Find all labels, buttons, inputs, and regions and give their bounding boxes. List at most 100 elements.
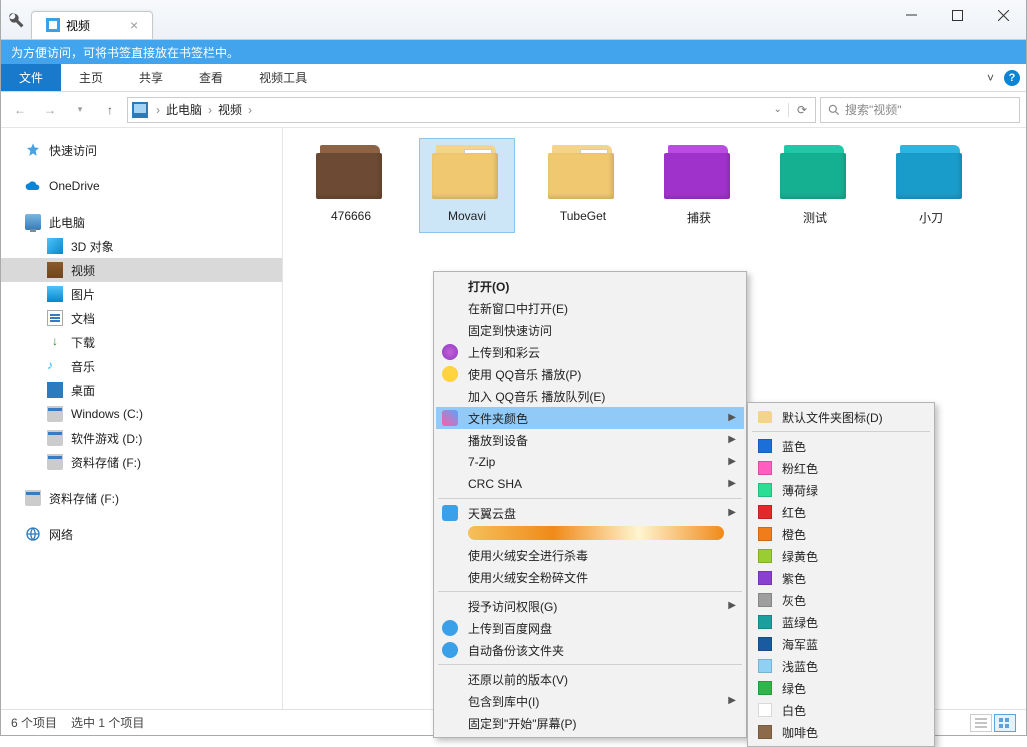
side-music[interactable]: ♪音乐: [1, 354, 282, 378]
ctx-include-lib[interactable]: 包含到库中(I)▶: [436, 690, 744, 712]
side-this-pc[interactable]: 此电脑: [1, 210, 282, 234]
swatch-icon: [758, 549, 772, 563]
ctx-qq-play[interactable]: 使用 QQ音乐 播放(P): [436, 363, 744, 385]
ctx-huorong-scan[interactable]: 使用火绒安全进行杀毒: [436, 544, 744, 566]
side-desktop[interactable]: 桌面: [1, 378, 282, 402]
nav-up[interactable]: ↑: [97, 97, 123, 123]
tianyi-icon: [442, 505, 458, 521]
help-icon[interactable]: ?: [1004, 70, 1020, 86]
ribbon-view[interactable]: 查看: [181, 64, 241, 91]
folder-item[interactable]: 测试: [767, 138, 863, 233]
ctx-pin-start[interactable]: 固定到"开始"屏幕(P): [436, 712, 744, 734]
ribbon-home[interactable]: 主页: [61, 64, 121, 91]
desktop-icon: [47, 382, 63, 398]
ctx-tianyi[interactable]: 天翼云盘▶: [436, 502, 744, 524]
color-bluegreen[interactable]: 蓝绿色: [750, 611, 932, 633]
pc-icon: [132, 102, 148, 118]
side-drive-f2[interactable]: 资料存储 (F:): [1, 486, 282, 510]
color-orange[interactable]: 橙色: [750, 523, 932, 545]
ctx-open-new-window[interactable]: 在新窗口中打开(E): [436, 297, 744, 319]
color-white[interactable]: 白色: [750, 699, 932, 721]
refresh-icon[interactable]: ⟳: [788, 103, 807, 117]
crumb-1[interactable]: 视频: [214, 101, 246, 118]
side-network[interactable]: 网络: [1, 522, 282, 546]
ctx-grant-access[interactable]: 授予访问权限(G)▶: [436, 595, 744, 617]
ctx-restore[interactable]: 还原以前的版本(V): [436, 668, 744, 690]
folder-icon: [896, 145, 966, 201]
side-drive-d[interactable]: 软件游戏 (D:): [1, 426, 282, 450]
color-green[interactable]: 绿色: [750, 677, 932, 699]
ribbon-video-tools[interactable]: 视频工具: [241, 64, 325, 91]
folder-icon: [548, 145, 618, 201]
ctx-baidu-upload[interactable]: 上传到百度网盘: [436, 617, 744, 639]
folder-name: 测试: [803, 209, 827, 226]
folder-item[interactable]: 捕获: [651, 138, 747, 233]
ctx-pin-quick[interactable]: 固定到快速访问: [436, 319, 744, 341]
color-navy[interactable]: 海军蓝: [750, 633, 932, 655]
close-tab-icon[interactable]: ×: [130, 17, 138, 33]
nav-recent[interactable]: ▾: [67, 97, 93, 123]
color-mint[interactable]: 薄荷绿: [750, 479, 932, 501]
side-quick-access[interactable]: 快速访问: [1, 138, 282, 162]
ctx-qq-queue[interactable]: 加入 QQ音乐 播放队列(E): [436, 385, 744, 407]
ctx-baidu-backup[interactable]: 自动备份该文件夹: [436, 639, 744, 661]
side-drive-f[interactable]: 资料存储 (F:): [1, 450, 282, 474]
color-gray[interactable]: 灰色: [750, 589, 932, 611]
folder-item[interactable]: TubeGet: [535, 138, 631, 233]
ribbon-file[interactable]: 文件: [1, 64, 61, 91]
side-onedrive[interactable]: OneDrive: [1, 174, 282, 198]
download-icon: ↓: [47, 334, 63, 350]
close-button[interactable]: [980, 0, 1026, 30]
ctx-caiyun[interactable]: 上传到和彩云: [436, 341, 744, 363]
view-details-button[interactable]: [970, 714, 992, 732]
crumb-sep-icon[interactable]: ›: [246, 103, 254, 117]
side-downloads[interactable]: ↓下载: [1, 330, 282, 354]
ctx-crc[interactable]: CRC SHA▶: [436, 473, 744, 495]
ribbon-collapse-icon[interactable]: ˅: [987, 71, 994, 85]
address-bar[interactable]: › 此电脑 › 视频 › ⌄ ⟳: [127, 97, 816, 123]
folder-item[interactable]: Movavi: [419, 138, 515, 233]
bookmark-hint-bar: 为方便访问，可将书签直接放在书签栏中。: [1, 40, 1026, 64]
folder-item[interactable]: 476666: [303, 138, 399, 233]
drive-icon: [47, 430, 63, 446]
baidu-icon: [442, 620, 458, 636]
color-olive[interactable]: 绿黄色: [750, 545, 932, 567]
folder-item[interactable]: 小刀: [883, 138, 979, 233]
side-3d[interactable]: 3D 对象: [1, 234, 282, 258]
view-icons-button[interactable]: [994, 714, 1016, 732]
status-count: 6 个项目: [11, 714, 57, 731]
ctx-open[interactable]: 打开(O): [436, 275, 744, 297]
menu-separator: [438, 498, 742, 499]
minimize-button[interactable]: [888, 0, 934, 30]
tab-title: 视频: [66, 17, 90, 34]
crumb-sep-icon[interactable]: ›: [206, 103, 214, 117]
ribbon-share[interactable]: 共享: [121, 64, 181, 91]
side-documents[interactable]: 文档: [1, 306, 282, 330]
ctx-folder-color[interactable]: 文件夹颜色▶: [436, 407, 744, 429]
drive-icon: [25, 490, 41, 506]
browser-tab[interactable]: 视频 ×: [31, 11, 153, 39]
color-blue[interactable]: 蓝色: [750, 435, 932, 457]
color-lightblue[interactable]: 浅蓝色: [750, 655, 932, 677]
side-drive-c[interactable]: Windows (C:): [1, 402, 282, 426]
search-box[interactable]: 搜索"视频": [820, 97, 1020, 123]
ctx-7zip[interactable]: 7-Zip▶: [436, 451, 744, 473]
ctx-huorong-shred[interactable]: 使用火绒安全粉碎文件: [436, 566, 744, 588]
side-video[interactable]: 视频: [1, 258, 282, 282]
video-icon: [47, 262, 63, 278]
swatch-icon: [758, 505, 772, 519]
color-coffee[interactable]: 咖啡色: [750, 721, 932, 743]
side-pictures[interactable]: 图片: [1, 282, 282, 306]
color-pink[interactable]: 粉红色: [750, 457, 932, 479]
crumb-sep-icon[interactable]: ›: [154, 103, 162, 117]
wrench-icon[interactable]: [7, 11, 25, 29]
color-default[interactable]: 默认文件夹图标(D): [750, 406, 932, 428]
ctx-cast[interactable]: 播放到设备▶: [436, 429, 744, 451]
addr-dropdown-icon[interactable]: ⌄: [774, 104, 782, 115]
nav-back[interactable]: ←: [7, 97, 33, 123]
crumb-root[interactable]: 此电脑: [162, 101, 206, 118]
color-red[interactable]: 红色: [750, 501, 932, 523]
search-placeholder: 搜索"视频": [845, 101, 902, 118]
maximize-button[interactable]: [934, 0, 980, 30]
color-purple[interactable]: 紫色: [750, 567, 932, 589]
